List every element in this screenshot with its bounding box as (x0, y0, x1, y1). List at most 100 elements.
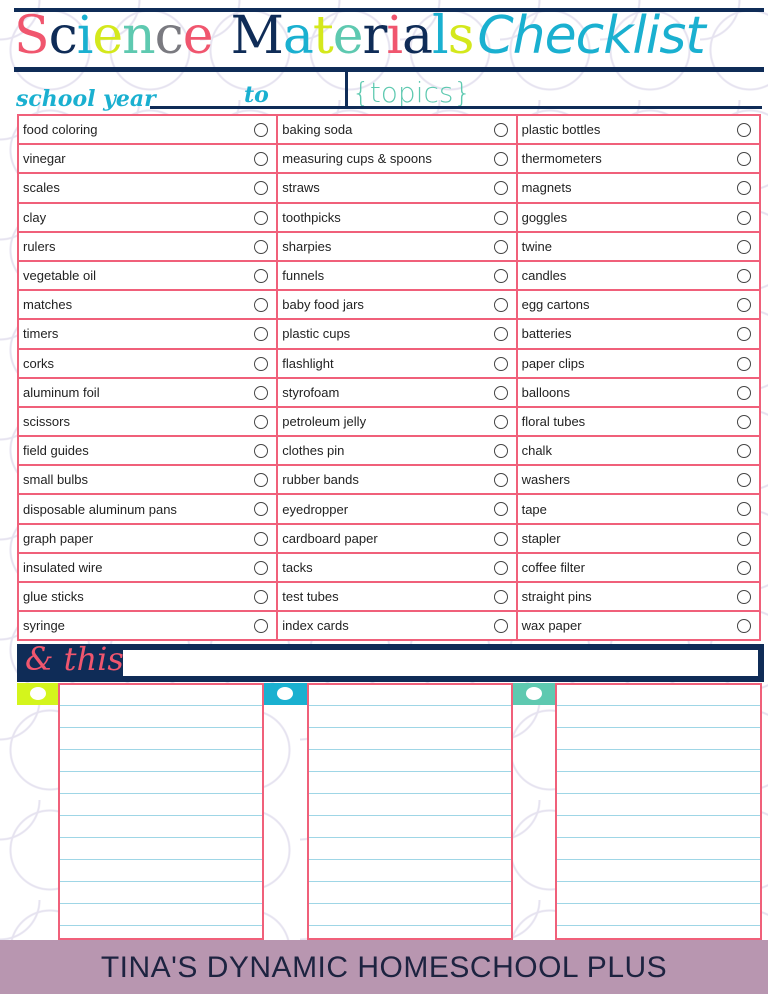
school-year-label: school year (16, 86, 156, 112)
checkbox-circle[interactable] (493, 560, 508, 575)
checkbox-circle[interactable] (254, 181, 269, 196)
checkbox-circle[interactable] (493, 531, 508, 546)
checkbox-circle[interactable] (254, 385, 269, 400)
checkbox-circle[interactable] (254, 239, 269, 254)
checkbox-circle[interactable] (254, 210, 269, 225)
checkbox-circle[interactable] (254, 414, 269, 429)
checkbox-circle[interactable] (254, 473, 269, 488)
checkbox-circle[interactable] (254, 268, 269, 283)
checkbox-circle[interactable] (254, 327, 269, 342)
table-row: matches baby food jars egg cartons (16, 289, 762, 321)
item-label: magnets (521, 180, 572, 196)
checklist-item: straws (276, 172, 518, 204)
checklist-item: clay (16, 201, 279, 233)
checkbox-circle[interactable] (737, 298, 751, 313)
checkbox-circle[interactable] (493, 590, 508, 604)
checkbox-circle[interactable] (737, 152, 751, 167)
note-tab-2 (264, 683, 307, 705)
item-label: aluminum foil (23, 384, 100, 400)
checkbox-circle[interactable] (737, 327, 751, 342)
checklist-item: straight pins (515, 580, 762, 613)
checkbox-circle[interactable] (493, 473, 508, 488)
checkbox-circle[interactable] (737, 560, 751, 575)
checkbox-circle[interactable] (737, 590, 751, 604)
checkbox-circle[interactable] (493, 385, 508, 400)
checkbox-circle[interactable] (493, 327, 508, 342)
item-label: graph paper (23, 530, 94, 546)
title-letter: e (92, 6, 123, 66)
item-label: straight pins (521, 589, 592, 605)
checklist-item: baking soda (276, 113, 518, 146)
checklist-item: clothes pin (276, 435, 518, 467)
checkbox-circle[interactable] (254, 619, 269, 634)
checkbox-circle[interactable] (493, 298, 508, 313)
checkbox-circle[interactable] (737, 502, 751, 517)
checklist-item: stapler (515, 522, 762, 554)
checkbox-circle[interactable] (493, 502, 508, 517)
item-label: corks (23, 355, 55, 371)
checklist-item: scales (16, 172, 279, 204)
school-year-rule (150, 106, 762, 109)
note-box-2[interactable] (307, 683, 513, 940)
checklist-item: scissors (16, 405, 279, 438)
checkbox-circle[interactable] (254, 531, 269, 546)
checklist-item: cardboard paper (276, 522, 518, 554)
checklist-item: funnels (276, 259, 518, 292)
checkbox-circle[interactable] (737, 385, 751, 400)
checkbox-circle[interactable] (493, 619, 508, 634)
checkbox-circle[interactable] (493, 444, 508, 459)
checklist-item: eyedropper (276, 493, 518, 525)
title-letter: e (182, 6, 214, 66)
checkbox-circle[interactable] (254, 123, 269, 137)
checkbox-circle[interactable] (737, 414, 751, 429)
checkbox-circle[interactable] (493, 152, 508, 167)
checkbox-circle[interactable] (493, 268, 508, 283)
item-label: funnels (282, 268, 325, 284)
checkbox-circle[interactable] (737, 239, 751, 254)
checkbox-circle[interactable] (493, 239, 508, 254)
checkbox-circle[interactable] (254, 590, 269, 604)
checklist-item: food coloring (16, 113, 279, 146)
checklist-item: candles (515, 259, 762, 292)
checklist-item: graph paper (16, 522, 279, 554)
checkbox-circle[interactable] (737, 444, 751, 459)
checkbox-circle[interactable] (254, 502, 269, 517)
item-label: baby food jars (282, 297, 364, 313)
title-letter: l (432, 6, 449, 66)
checkbox-circle[interactable] (737, 210, 751, 225)
checklist-item: timers (16, 318, 279, 350)
checklist-item: small bulbs (16, 464, 279, 496)
checkbox-circle[interactable] (737, 473, 751, 488)
note-box-1[interactable] (58, 683, 264, 940)
checkbox-circle[interactable] (737, 268, 751, 283)
checkbox-circle[interactable] (493, 356, 508, 371)
checkbox-circle[interactable] (493, 210, 508, 225)
checklist-item: magnets (515, 172, 762, 204)
item-label: syringe (23, 618, 65, 634)
topics-divider (345, 72, 348, 108)
checkbox-circle[interactable] (493, 123, 508, 137)
table-row: scales straws magnets (16, 172, 762, 204)
checkbox-circle[interactable] (737, 531, 751, 546)
item-label: batteries (521, 326, 572, 342)
checkbox-circle[interactable] (737, 356, 751, 371)
checkbox-circle[interactable] (254, 356, 269, 371)
checkbox-circle[interactable] (493, 181, 508, 196)
note-box-3[interactable] (555, 683, 762, 940)
table-row: field guides clothes pin chalk (16, 435, 762, 467)
checkbox-circle[interactable] (254, 298, 269, 313)
item-label: petroleum jelly (282, 413, 367, 429)
page-title: Science MaterialsChecklist (14, 6, 706, 66)
checkbox-circle[interactable] (254, 152, 269, 167)
title-letter: c (48, 6, 78, 66)
checklist-item: petroleum jelly (276, 405, 518, 438)
checkbox-circle[interactable] (737, 181, 751, 196)
and-this-field[interactable] (123, 650, 758, 676)
checkbox-circle[interactable] (254, 444, 269, 459)
checkbox-circle[interactable] (254, 560, 269, 575)
item-label: food coloring (23, 122, 98, 138)
checkbox-circle[interactable] (737, 619, 751, 634)
checkbox-circle[interactable] (737, 123, 751, 137)
item-label: straws (282, 180, 320, 196)
checkbox-circle[interactable] (493, 414, 508, 429)
